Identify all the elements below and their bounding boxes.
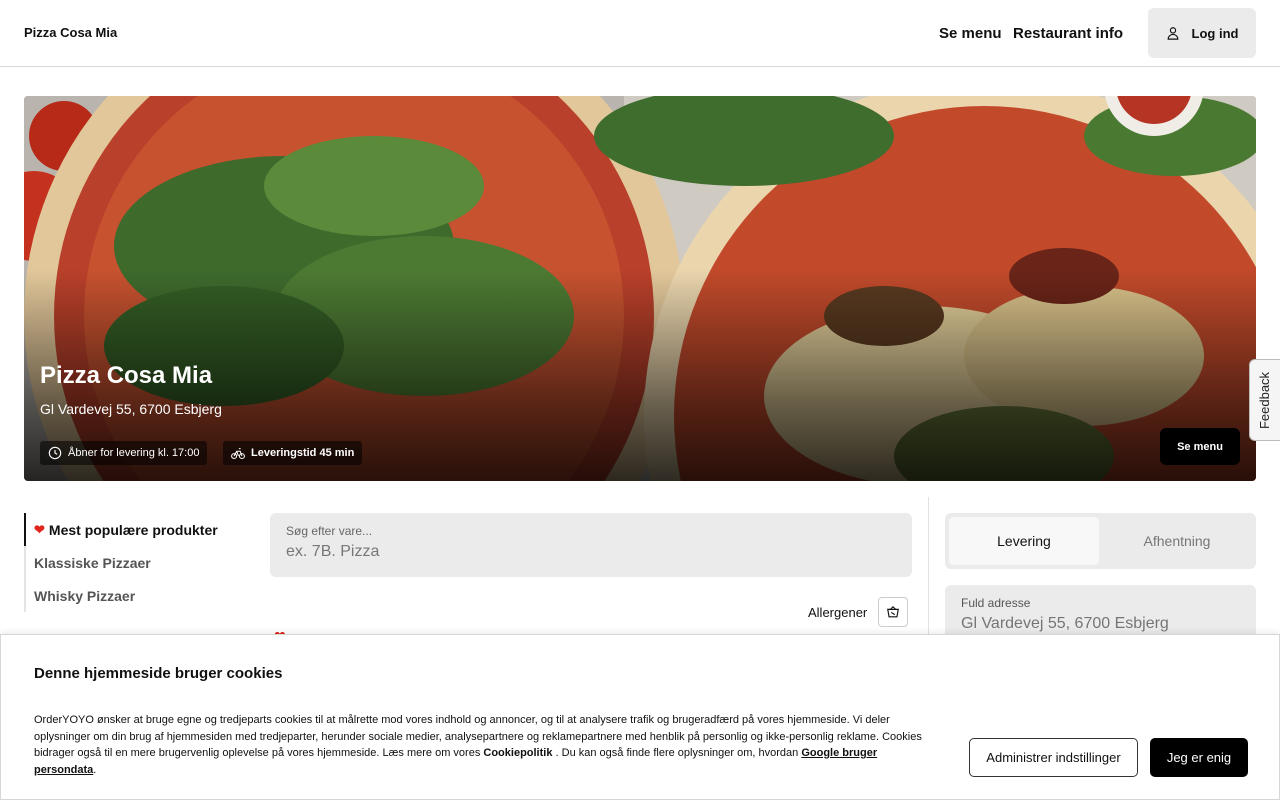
search-input[interactable] xyxy=(286,541,886,563)
opening-time-text: Åbner for levering kl. 17:00 xyxy=(68,447,200,459)
brand-name[interactable]: Pizza Cosa Mia xyxy=(24,25,117,40)
feedback-tab[interactable]: Feedback xyxy=(1249,359,1280,441)
site-header: Pizza Cosa Mia Se menu Restaurant info L… xyxy=(0,0,1280,67)
hero-see-menu-button[interactable]: Se menu xyxy=(1160,428,1240,465)
cookie-text-part: . xyxy=(93,763,97,776)
agree-button[interactable]: Jeg er enig xyxy=(1150,738,1248,777)
bicycle-icon xyxy=(231,448,245,460)
category-list: ❤ Mest populære produkter Klassiske Pizz… xyxy=(24,513,244,612)
category-item-whisky[interactable]: Whisky Pizzaer xyxy=(24,579,244,612)
delivery-time-text: Leveringstid 45 min xyxy=(251,447,355,459)
allergens-button[interactable] xyxy=(878,597,908,627)
category-item-popular[interactable]: ❤ Mest populære produkter xyxy=(24,513,244,546)
tab-pickup[interactable]: Afhentning xyxy=(1102,517,1252,565)
nav-link-restaurant-info[interactable]: Restaurant info xyxy=(1013,25,1123,42)
cookie-text-part: . Du kan også finde flere oplysninger om… xyxy=(552,747,802,759)
category-label: Mest populære produkter xyxy=(48,521,218,538)
category-item-classic[interactable]: Klassiske Pizzaer xyxy=(24,546,244,579)
category-label: Whisky Pizzaer xyxy=(34,587,136,604)
allergens-label[interactable]: Allergener xyxy=(808,605,867,620)
cookie-policy-link[interactable]: Cookiepolitik xyxy=(483,747,552,759)
tab-delivery[interactable]: Levering xyxy=(949,517,1099,565)
cookie-banner: Denne hjemmeside bruger cookies OrderYOY… xyxy=(0,634,1280,800)
restaurant-title: Pizza Cosa Mia xyxy=(40,362,213,389)
login-label: Log ind xyxy=(1191,25,1239,41)
feedback-label: Feedback xyxy=(1257,371,1273,429)
allergen-icon xyxy=(887,605,899,618)
cookie-title: Denne hjemmeside bruger cookies xyxy=(34,665,283,682)
address-input[interactable] xyxy=(961,613,1241,635)
hero-banner: Pizza Cosa Mia Gl Vardevej 55, 6700 Esbj… xyxy=(24,96,1256,481)
clock-icon xyxy=(48,446,62,460)
delivery-time-badge: Leveringstid 45 min xyxy=(223,441,363,465)
restaurant-address: Gl Vardevej 55, 6700 Esbjerg xyxy=(40,401,222,417)
address-label: Fuld adresse xyxy=(961,596,1031,610)
column-divider xyxy=(928,497,929,637)
product-search: Søg efter vare... xyxy=(270,513,912,577)
user-icon xyxy=(1167,27,1178,40)
login-button[interactable]: Log ind xyxy=(1148,8,1256,58)
heart-icon: ❤ xyxy=(34,521,45,537)
opening-time-badge: Åbner for levering kl. 17:00 xyxy=(40,441,208,465)
hero-shade xyxy=(24,96,1256,481)
nav-link-menu[interactable]: Se menu xyxy=(939,25,1002,42)
delivery-mode-toggle: Levering Afhentning xyxy=(945,513,1256,569)
search-label: Søg efter vare... xyxy=(286,524,373,538)
category-label: Klassiske Pizzaer xyxy=(34,554,151,571)
cookie-text: OrderYOYO ønsker at bruge egne og tredje… xyxy=(34,712,926,778)
manage-settings-button[interactable]: Administrer indstillinger xyxy=(969,738,1138,777)
